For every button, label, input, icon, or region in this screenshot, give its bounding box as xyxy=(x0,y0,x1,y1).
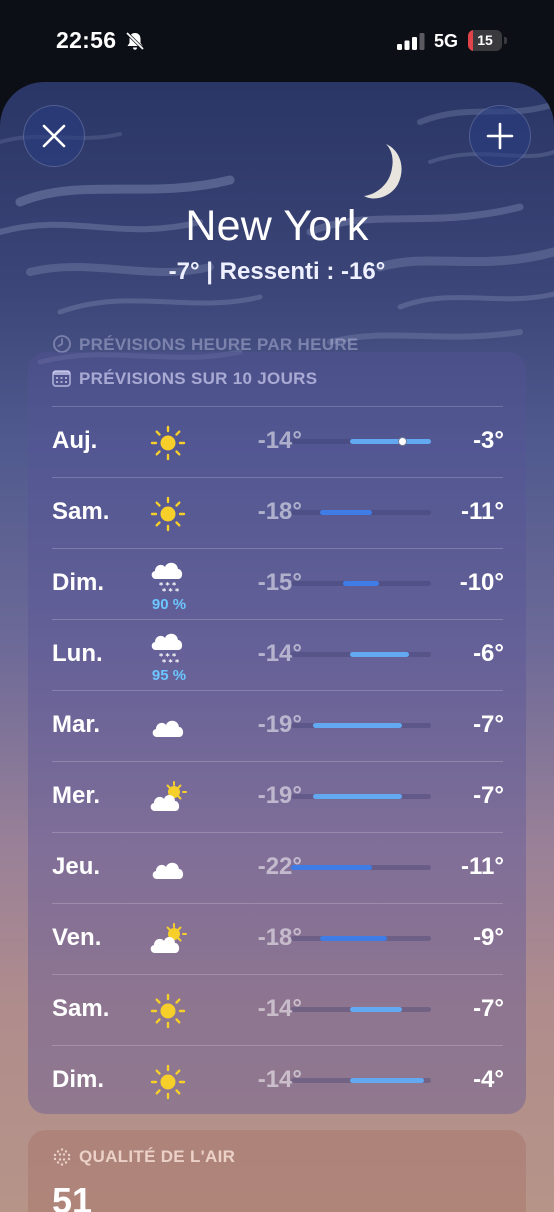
forecast-row[interactable]: Dim. -14° -4° xyxy=(52,1045,504,1116)
status-time: 22:56 xyxy=(56,27,117,53)
temperature-range-track xyxy=(291,1007,431,1012)
forecast-row[interactable]: Dim. * * * * * * 90 % -15° -10° xyxy=(52,548,504,619)
close-button[interactable] xyxy=(23,105,85,167)
snow-cloud-icon: * * * * * * xyxy=(148,557,188,597)
temperature-range-bar xyxy=(350,1007,402,1012)
air-quality-value: 51 xyxy=(52,1180,93,1212)
high-temperature: -7° xyxy=(473,711,504,738)
temperature-range-track xyxy=(291,1078,431,1083)
temperature-range-bar xyxy=(350,1078,424,1083)
air-quality-title: QUALITÉ DE L'AIR xyxy=(79,1147,236,1166)
plus-icon xyxy=(486,122,514,150)
temperature-range-track xyxy=(291,652,431,657)
high-temperature: -6° xyxy=(473,640,504,667)
sun-icon xyxy=(148,423,188,463)
forecast-day: Auj. xyxy=(52,427,98,454)
temperature-range-bar xyxy=(320,510,372,515)
low-temperature: -18° xyxy=(257,498,302,525)
forecast-row[interactable]: Mer. -19° -7° xyxy=(52,761,504,832)
temperature-range-track xyxy=(291,510,431,515)
low-temperature: -14° xyxy=(257,995,302,1022)
air-quality-icon xyxy=(53,1148,71,1166)
forecast-day: Dim. xyxy=(52,569,105,596)
current-temperature: -7° | Ressenti : -16° xyxy=(168,258,386,285)
forecast-row[interactable]: Mar. -19° -7° xyxy=(52,690,504,761)
forecast-day: Mar. xyxy=(52,711,101,738)
temperature-range-track xyxy=(291,794,431,799)
close-icon xyxy=(42,124,66,148)
high-temperature: -11° xyxy=(461,498,504,525)
temperature-range-bar xyxy=(313,794,402,799)
forecast-row[interactable]: Jeu. -22° -11° xyxy=(52,832,504,903)
forecast-row[interactable]: Sam. -14° -7° xyxy=(52,974,504,1045)
sun-icon xyxy=(148,991,188,1031)
svg-text:*: * xyxy=(175,658,180,667)
status-bar: 22:56 5G 15 xyxy=(0,0,554,80)
cloud-icon xyxy=(148,849,188,889)
low-temperature: -15° xyxy=(257,569,302,596)
ten-day-forecast-title: PRÉVISIONS SUR 10 JOURS xyxy=(79,369,318,388)
high-temperature: -11° xyxy=(461,853,504,880)
high-temperature: -10° xyxy=(459,569,504,596)
forecast-row[interactable]: Ven. -18° -9° xyxy=(52,903,504,974)
low-temperature: -18° xyxy=(257,924,302,951)
moon-icon xyxy=(364,144,402,199)
clock-icon xyxy=(53,335,71,353)
ten-day-forecast-card[interactable]: PRÉVISIONS SUR 10 JOURS Auj. -14° -3° Sam. -… xyxy=(28,352,526,1114)
forecast-row[interactable]: Lun. * * * * * * 95 % -14° -6° xyxy=(52,619,504,690)
high-temperature: -7° xyxy=(473,782,504,809)
low-temperature: -19° xyxy=(257,711,302,738)
temperature-range-bar xyxy=(313,723,402,728)
temperature-range-bar xyxy=(320,936,387,941)
temperature-range-bar xyxy=(350,652,409,657)
forecast-row[interactable]: Auj. -14° -3° xyxy=(52,406,504,477)
current-temperature-dot xyxy=(398,437,407,446)
precipitation-chance: 95 % xyxy=(151,667,187,684)
forecast-day: Ven. xyxy=(52,924,102,951)
signal-bars-icon xyxy=(397,33,425,50)
partly-cloudy-icon xyxy=(148,920,188,960)
forecast-row[interactable]: Sam. -18° -11° xyxy=(52,477,504,548)
high-temperature: -4° xyxy=(473,1066,504,1093)
snow-cloud-icon: * * * * * * xyxy=(148,628,188,668)
calendar-icon xyxy=(52,370,71,387)
high-temperature: -3° xyxy=(473,427,504,454)
low-temperature: -22° xyxy=(257,853,302,880)
bell-slash-icon xyxy=(125,31,145,51)
weather-sheet: New York -7° | Ressenti : -16° PRÉVISION… xyxy=(0,82,554,1212)
battery-level: 15 xyxy=(477,32,493,48)
forecast-day: Lun. xyxy=(52,640,103,667)
svg-text:*: * xyxy=(175,587,180,596)
low-temperature: -14° xyxy=(257,427,302,454)
low-temperature: -14° xyxy=(257,640,302,667)
temperature-range-bar xyxy=(343,581,379,586)
forecast-day: Mer. xyxy=(52,782,101,809)
temperature-range-track xyxy=(291,865,431,870)
temperature-range-track xyxy=(291,936,431,941)
add-city-button[interactable] xyxy=(469,105,531,167)
temperature-range-track xyxy=(291,581,431,586)
partly-cloudy-icon xyxy=(148,778,188,818)
temperature-range-bar xyxy=(291,865,372,870)
network-type: 5G xyxy=(434,31,459,51)
battery-icon: 15 xyxy=(468,30,508,51)
high-temperature: -9° xyxy=(473,924,504,951)
forecast-day: Dim. xyxy=(52,1066,105,1093)
low-temperature: -14° xyxy=(257,1066,302,1093)
high-temperature: -7° xyxy=(473,995,504,1022)
low-temperature: -19° xyxy=(257,782,302,809)
temperature-range-track xyxy=(291,723,431,728)
forecast-day: Sam. xyxy=(52,498,110,525)
cloud-icon xyxy=(148,707,188,747)
sun-icon xyxy=(148,1062,188,1102)
sun-icon xyxy=(148,494,188,534)
precipitation-chance: 90 % xyxy=(151,596,187,613)
forecast-day: Sam. xyxy=(52,995,110,1022)
forecast-day: Jeu. xyxy=(52,853,101,880)
temperature-range-bar xyxy=(350,439,431,444)
temperature-range-track xyxy=(291,437,431,446)
city-name: New York xyxy=(185,202,369,250)
